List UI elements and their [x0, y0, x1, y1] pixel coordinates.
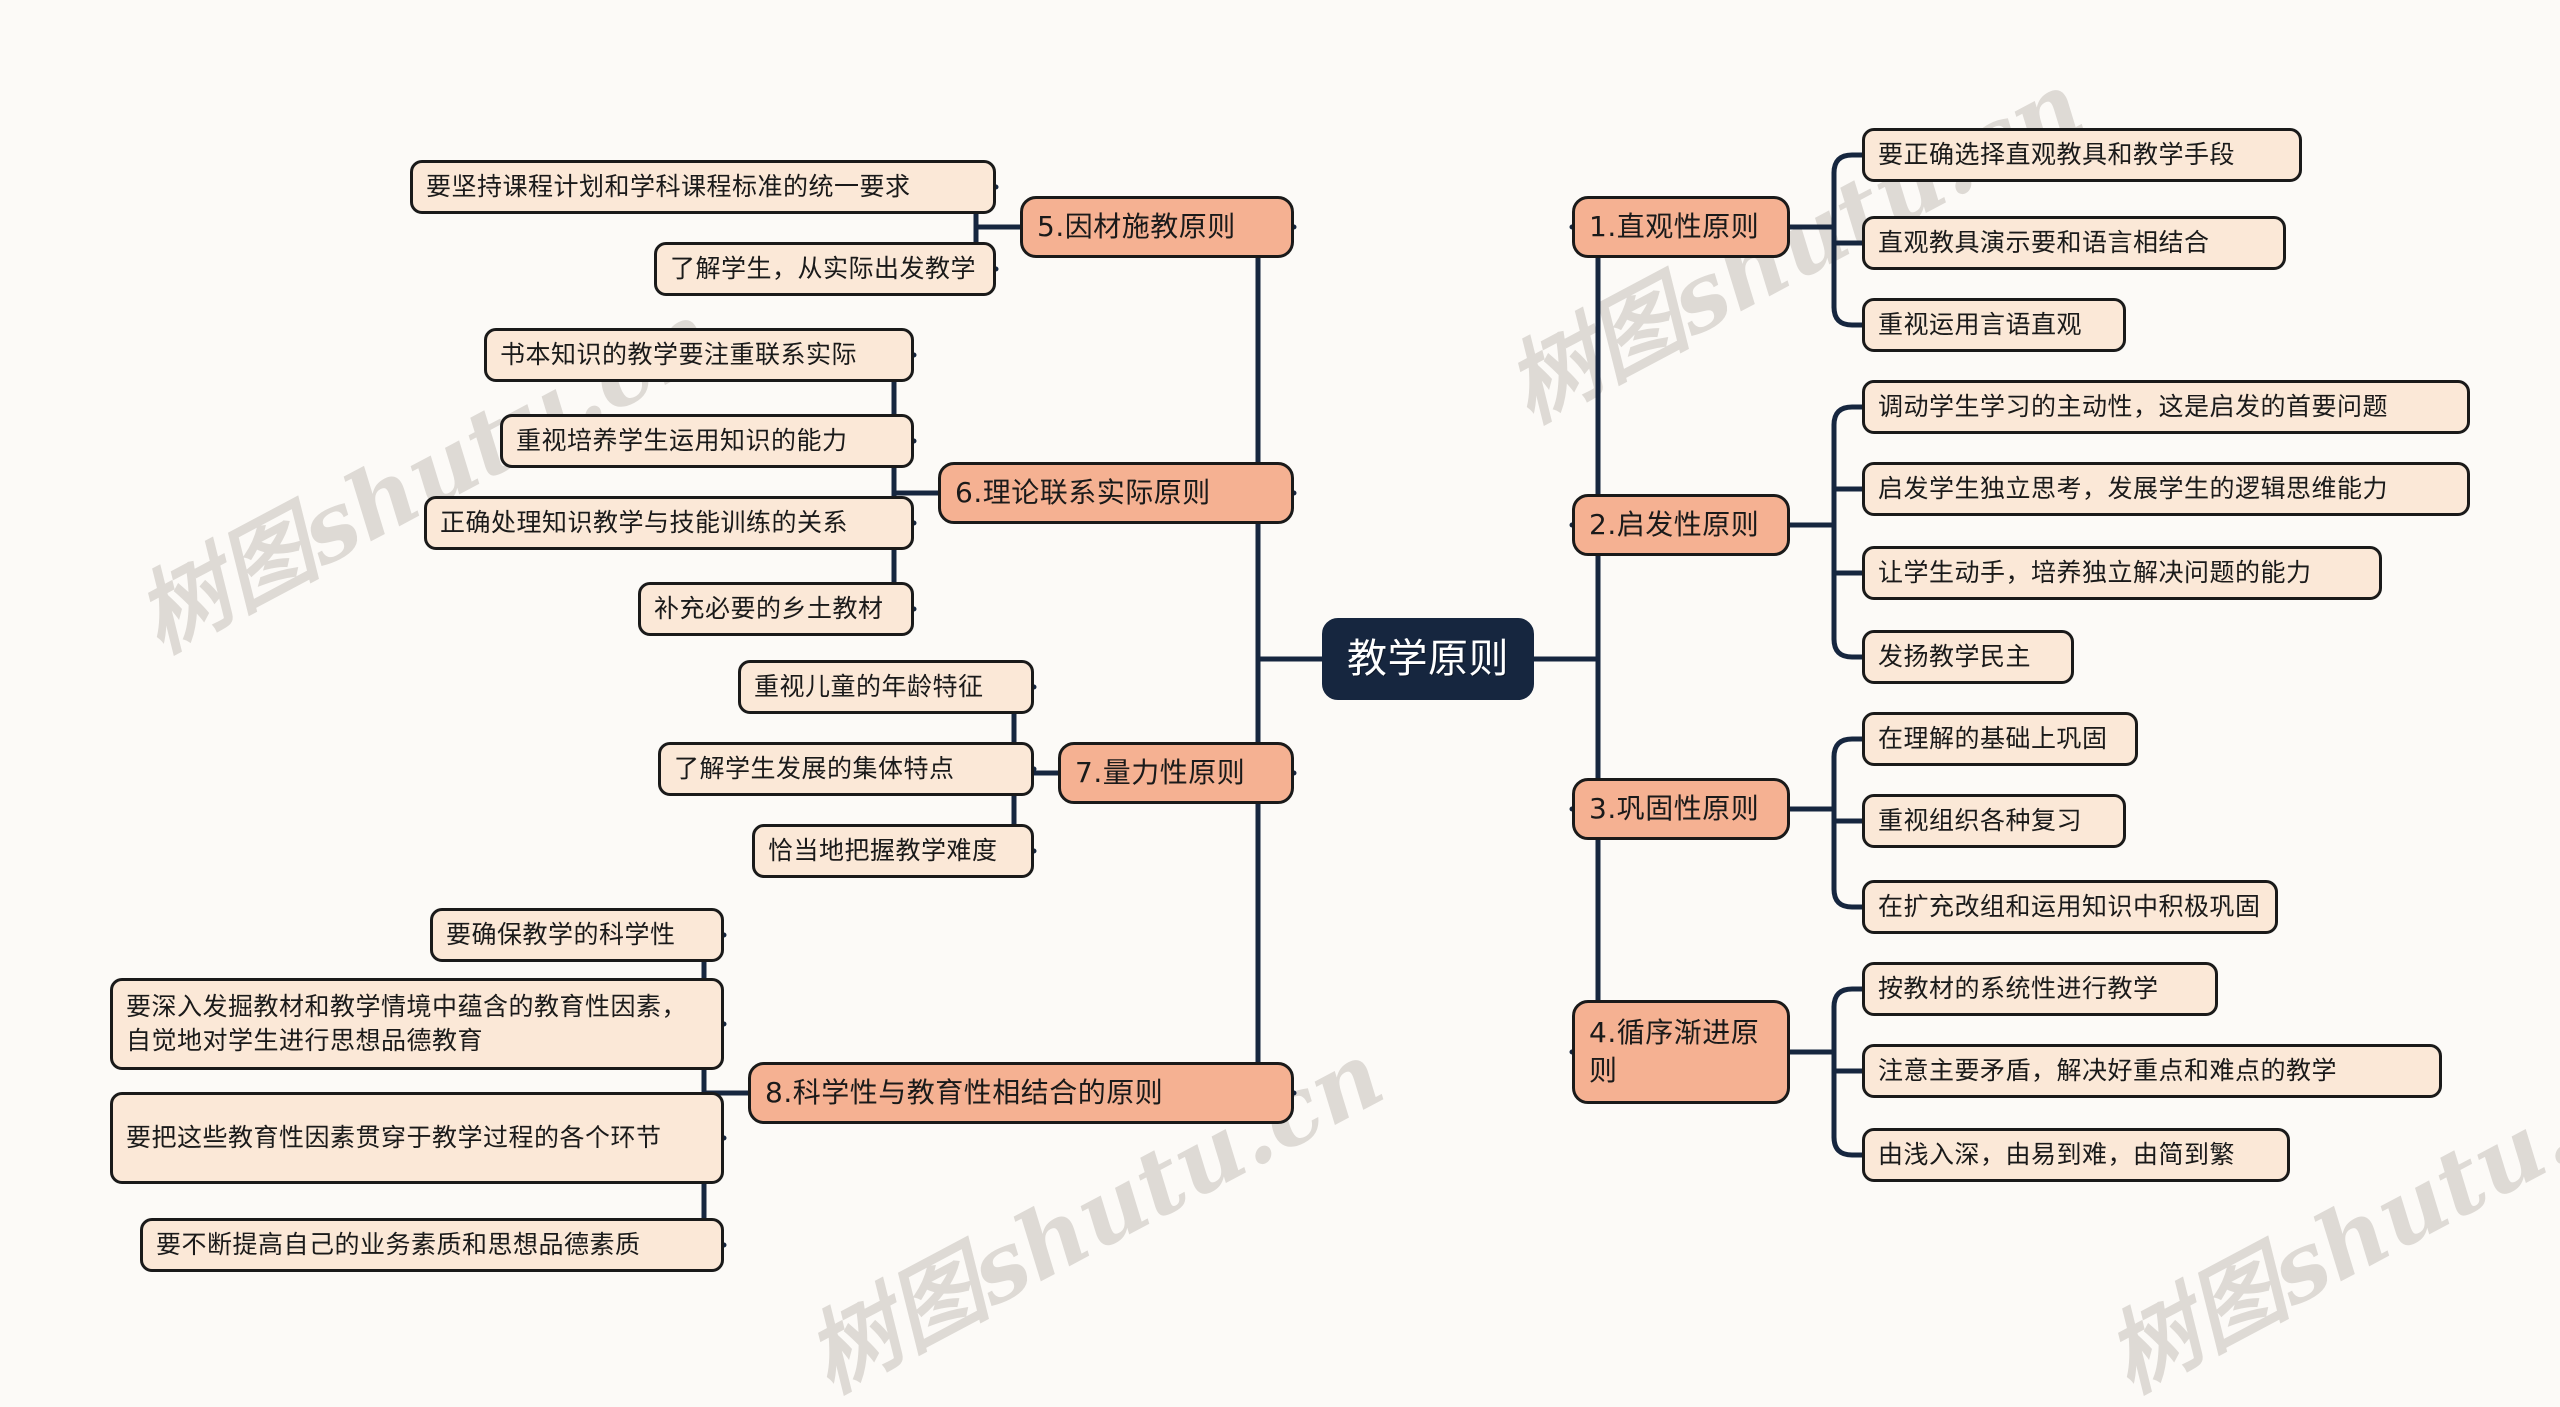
leaf-node-b2-2[interactable]: 启发学生独立思考，发展学生的逻辑思维能力	[1862, 462, 2470, 516]
leaf-node-b6-3[interactable]: 正确处理知识教学与技能训练的关系	[424, 496, 914, 550]
leaf-node-b4-1[interactable]: 按教材的系统性进行教学	[1862, 962, 2218, 1016]
leaf-node-b3-1[interactable]: 在理解的基础上巩固	[1862, 712, 2138, 766]
leaf-node-b1-2[interactable]: 直观教具演示要和语言相结合	[1862, 216, 2286, 270]
leaf-node-b7-2[interactable]: 了解学生发展的集体特点	[658, 742, 1034, 796]
leaf-node-b4-3[interactable]: 由浅入深，由易到难，由简到繁	[1862, 1128, 2290, 1182]
mindmap-canvas: 树图shutu.cn 树图shutu.cn 树图shutu.cn 树图shutu…	[0, 0, 2560, 1407]
branch-node-3-left[interactable]: 7.量力性原则	[1058, 742, 1294, 804]
root-node[interactable]: 教学原则	[1322, 618, 1534, 700]
branch-node-1-left[interactable]: 5.因材施教原则	[1020, 196, 1294, 258]
branch-node-2-right[interactable]: 2.启发性原则	[1572, 494, 1790, 556]
leaf-node-b5-2[interactable]: 了解学生，从实际出发教学	[654, 242, 996, 296]
leaf-node-b7-3[interactable]: 恰当地把握教学难度	[752, 824, 1034, 878]
leaf-node-b6-4[interactable]: 补充必要的乡土教材	[638, 582, 914, 636]
leaf-node-b2-1[interactable]: 调动学生学习的主动性，这是启发的首要问题	[1862, 380, 2470, 434]
leaf-node-b1-3[interactable]: 重视运用言语直观	[1862, 298, 2126, 352]
branch-node-4-right[interactable]: 4.循序渐进原则	[1572, 1000, 1790, 1104]
leaf-node-b2-4[interactable]: 发扬教学民主	[1862, 630, 2074, 684]
leaf-node-b3-2[interactable]: 重视组织各种复习	[1862, 794, 2126, 848]
leaf-node-b7-1[interactable]: 重视儿童的年龄特征	[738, 660, 1034, 714]
leaf-node-b3-3[interactable]: 在扩充改组和运用知识中积极巩固	[1862, 880, 2278, 934]
leaf-node-b2-3[interactable]: 让学生动手，培养独立解决问题的能力	[1862, 546, 2382, 600]
leaf-node-b5-1[interactable]: 要坚持课程计划和学科课程标准的统一要求	[410, 160, 996, 214]
leaf-node-b6-1[interactable]: 书本知识的教学要注重联系实际	[484, 328, 914, 382]
leaf-node-b8-3[interactable]: 要把这些教育性因素贯穿于教学过程的各个环节	[110, 1092, 724, 1184]
leaf-node-b8-2[interactable]: 要深入发掘教材和教学情境中蕴含的教育性因素，自觉地对学生进行思想品德教育	[110, 978, 724, 1070]
branch-node-2-left[interactable]: 6.理论联系实际原则	[938, 462, 1294, 524]
leaf-node-b8-4[interactable]: 要不断提高自己的业务素质和思想品德素质	[140, 1218, 724, 1272]
branch-node-1-right[interactable]: 1.直观性原则	[1572, 196, 1790, 258]
branch-node-4-left[interactable]: 8.科学性与教育性相结合的原则	[748, 1062, 1294, 1124]
branch-node-3-right[interactable]: 3.巩固性原则	[1572, 778, 1790, 840]
leaf-node-b1-1[interactable]: 要正确选择直观教具和教学手段	[1862, 128, 2302, 182]
leaf-node-b8-1[interactable]: 要确保教学的科学性	[430, 908, 724, 962]
leaf-node-b4-2[interactable]: 注意主要矛盾，解决好重点和难点的教学	[1862, 1044, 2442, 1098]
leaf-node-b6-2[interactable]: 重视培养学生运用知识的能力	[500, 414, 914, 468]
